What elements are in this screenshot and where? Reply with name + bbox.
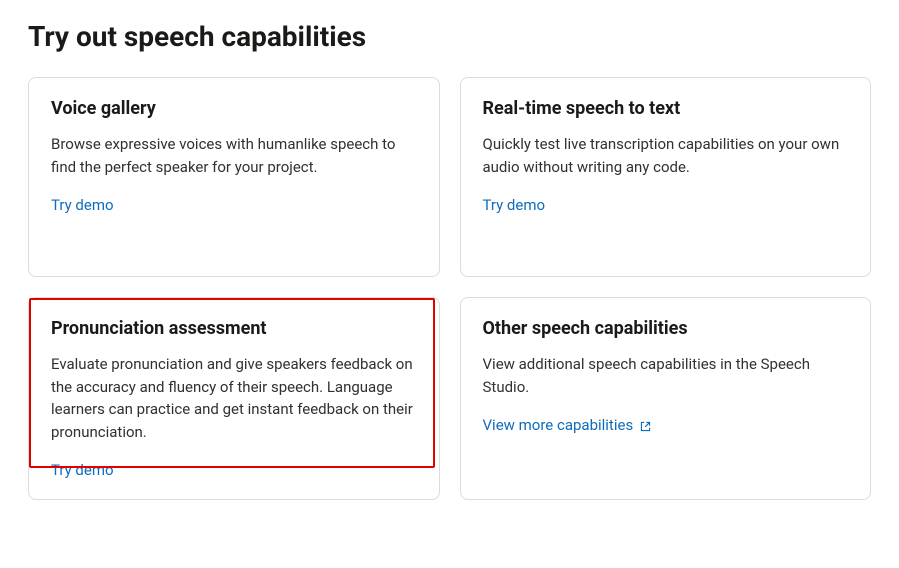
card-info-area: Pronunciation assessment Evaluate pronun… — [51, 318, 417, 443]
card-info-area: Real-time speech to text Quickly test li… — [483, 98, 849, 178]
card-description: Evaluate pronunciation and give speakers… — [51, 353, 417, 443]
card-info-area: Other speech capabilities View additiona… — [483, 318, 849, 398]
view-more-capabilities-link[interactable]: View more capabilities — [483, 416, 653, 434]
cards-grid: Voice gallery Browse expressive voices w… — [28, 77, 871, 500]
card-title: Other speech capabilities — [483, 318, 849, 339]
card-other-capabilities: Other speech capabilities View additiona… — [460, 297, 872, 500]
card-voice-gallery: Voice gallery Browse expressive voices w… — [28, 77, 440, 277]
try-demo-link[interactable]: Try demo — [51, 461, 114, 479]
card-title: Real-time speech to text — [483, 98, 849, 119]
card-title: Pronunciation assessment — [51, 318, 417, 339]
try-demo-link[interactable]: Try demo — [483, 196, 546, 214]
card-realtime-stt: Real-time speech to text Quickly test li… — [460, 77, 872, 277]
link-label: Try demo — [51, 461, 114, 479]
page-title: Try out speech capabilities — [28, 20, 871, 53]
link-label: Try demo — [51, 196, 114, 214]
card-info-area: Voice gallery Browse expressive voices w… — [51, 98, 417, 178]
card-description: Browse expressive voices with humanlike … — [51, 133, 417, 178]
card-description: View additional speech capabilities in t… — [483, 353, 849, 398]
card-title: Voice gallery — [51, 98, 417, 119]
card-pronunciation-assessment: Pronunciation assessment Evaluate pronun… — [28, 297, 440, 500]
card-description: Quickly test live transcription capabili… — [483, 133, 849, 178]
external-link-icon — [639, 419, 652, 432]
link-label: Try demo — [483, 196, 546, 214]
link-label: View more capabilities — [483, 416, 634, 434]
try-demo-link[interactable]: Try demo — [51, 196, 114, 214]
